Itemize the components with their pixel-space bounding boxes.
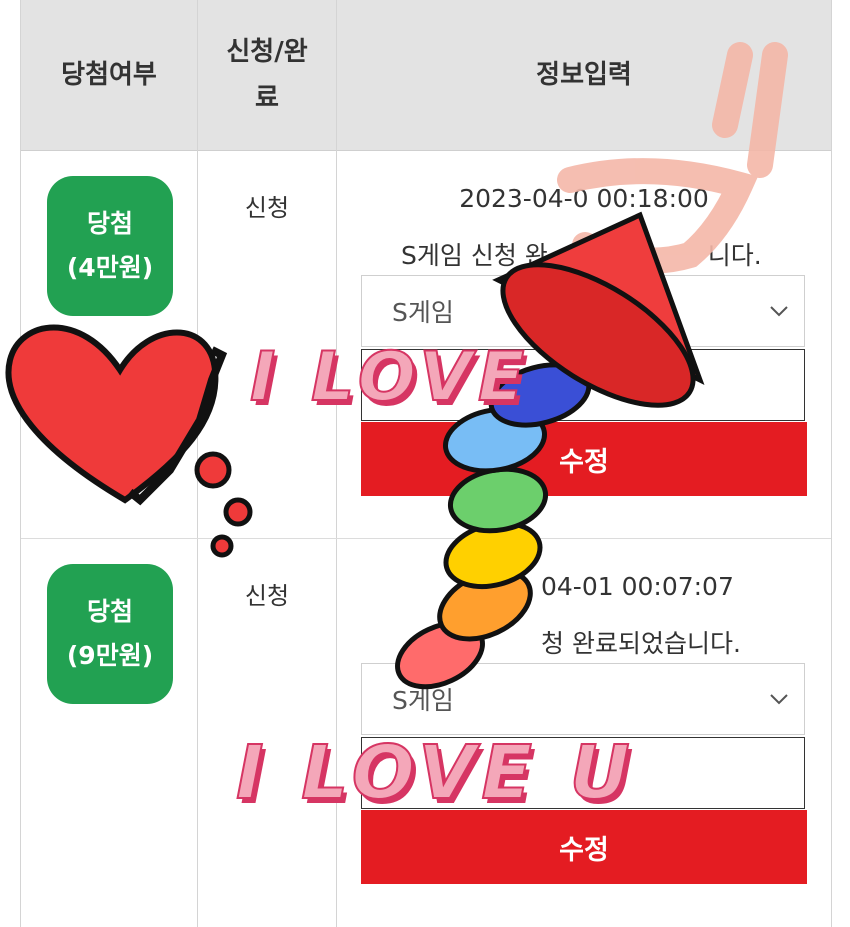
header-apply-status-line2: 료 xyxy=(255,83,279,113)
status-text: 신청 xyxy=(244,194,290,222)
game-select-value: S게임 xyxy=(392,298,454,327)
win-badge: 당첨 (9만원) xyxy=(47,564,173,704)
apply-datetime: 04-01 00:07:07 xyxy=(541,572,734,601)
badge-amount: (9만원) xyxy=(66,641,154,670)
row-divider xyxy=(21,538,831,539)
apply-message-tail: 니다. xyxy=(707,241,762,270)
edit-button[interactable]: 수정 xyxy=(361,810,807,884)
chevron-down-icon xyxy=(770,306,788,317)
game-select[interactable]: S게임 xyxy=(361,663,805,735)
apply-datetime: 2023-04-0 00:18:00 xyxy=(459,184,709,213)
apply-message: 청 완료되었습니다. xyxy=(541,629,741,658)
badge-label: 당첨 xyxy=(86,597,133,626)
column-divider xyxy=(197,0,198,927)
header-info-input: 정보입력 xyxy=(536,60,632,90)
apply-message: S게임 신청 완 니다. xyxy=(401,236,801,272)
apply-message-head: S게임 신청 완 xyxy=(401,241,548,270)
chevron-down-icon xyxy=(770,694,788,705)
edit-button[interactable]: 수정 xyxy=(361,422,807,496)
badge-amount: (4만원) xyxy=(66,253,154,282)
column-divider xyxy=(336,0,337,927)
badge-label: 당첨 xyxy=(86,209,133,238)
header-apply-status-line1: 신청/완 xyxy=(226,37,308,67)
info-input-field[interactable] xyxy=(361,349,805,421)
game-select[interactable]: S게임 xyxy=(361,275,805,347)
game-select-value: S게임 xyxy=(392,686,454,715)
header-result: 당첨여부 xyxy=(61,60,157,90)
info-input-field[interactable] xyxy=(361,737,805,809)
results-table: 당첨여부 신청/완료 정보입력 당첨 (4만원) 신청 2023-04-0 00… xyxy=(20,0,832,927)
table-header: 당첨여부 신청/완료 정보입력 xyxy=(21,0,831,151)
win-badge: 당첨 (4만원) xyxy=(47,176,173,316)
status-text: 신청 xyxy=(244,582,290,610)
header-apply-status: 신청/완료 xyxy=(198,0,336,150)
